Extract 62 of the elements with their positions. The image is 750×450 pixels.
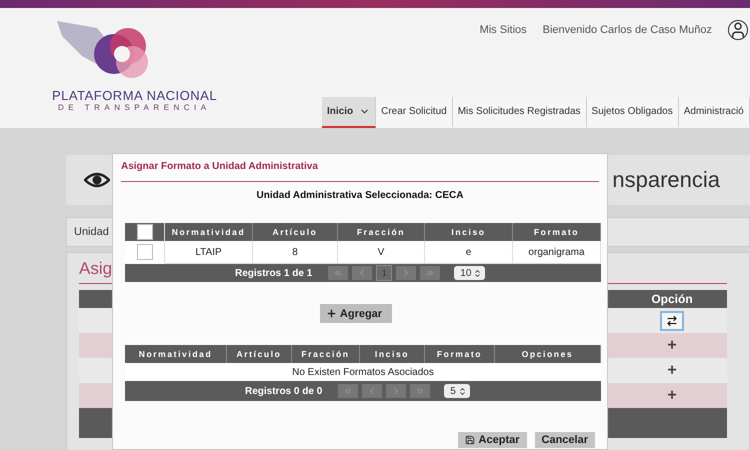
logo-subtitle: DE TRANSPARENCIA xyxy=(58,103,212,112)
column-header: Artículo xyxy=(253,223,338,241)
row-checkbox[interactable] xyxy=(136,244,152,260)
nav-tab[interactable]: Sujetos Obligados xyxy=(586,97,679,128)
add-button[interactable]: + xyxy=(667,336,677,354)
add-button[interactable]: Agregar xyxy=(320,304,392,323)
up-down-icon xyxy=(473,268,482,278)
nav-tab[interactable]: Administració xyxy=(678,97,750,128)
double-chevron-right-icon xyxy=(415,386,426,396)
column-header: Opción xyxy=(650,291,694,308)
add-button[interactable]: + xyxy=(667,362,677,380)
next-page-button[interactable] xyxy=(386,384,406,398)
column-header: Fracción xyxy=(338,223,425,241)
record-count: Registros 1 de 1 xyxy=(235,268,312,278)
column-header: Inciso xyxy=(425,223,513,241)
logo-title: PLATAFORMA NACIONAL xyxy=(52,88,218,103)
column-header: Formato xyxy=(513,223,601,241)
cancel-button[interactable]: Cancelar xyxy=(534,432,595,448)
add-button[interactable]: + xyxy=(667,386,677,404)
dialog-title: Asignar Formato a Unidad Administrativa xyxy=(121,154,599,182)
table-cell: organigrama xyxy=(513,241,601,264)
empty-message: No Existen Formatos Asociados xyxy=(125,363,601,381)
breadcrumb-item[interactable]: Unidad xyxy=(74,226,109,238)
up-down-icon xyxy=(458,386,467,396)
double-chevron-right-icon xyxy=(425,268,436,278)
last-page-button[interactable] xyxy=(410,384,430,398)
accept-button[interactable]: Aceptar xyxy=(458,432,527,448)
column-header: Formato xyxy=(425,345,495,363)
header-link[interactable]: Mis Sitios xyxy=(480,24,527,36)
assign-button[interactable] xyxy=(660,310,684,330)
column-header: Opciones xyxy=(495,345,601,363)
record-count: Registros 0 de 0 xyxy=(245,386,322,396)
page-title: nsparencia xyxy=(612,167,720,193)
user-icon[interactable] xyxy=(728,20,748,40)
last-page-button[interactable] xyxy=(420,266,440,280)
eye-icon xyxy=(84,171,110,189)
previous-page-button[interactable] xyxy=(362,384,382,398)
table-cell: LTAIP xyxy=(165,241,253,264)
double-chevron-left-icon xyxy=(333,268,344,278)
page-size-select[interactable]: 5 xyxy=(444,384,470,398)
plus-icon xyxy=(326,308,337,319)
save-icon xyxy=(464,435,475,445)
column-header: Artículo xyxy=(227,345,292,363)
first-page-button[interactable] xyxy=(328,266,348,280)
column-header: Inciso xyxy=(360,345,425,363)
nav-tab[interactable]: Inicio xyxy=(322,97,376,128)
column-header: Normatividad xyxy=(165,223,253,241)
table-cell: e xyxy=(425,241,513,264)
arrows-icon xyxy=(666,314,678,326)
table-cell: V xyxy=(338,241,425,264)
table-cell: 8 xyxy=(253,241,338,264)
first-page-button[interactable] xyxy=(338,384,358,398)
double-chevron-left-icon xyxy=(343,386,354,396)
nav-tab[interactable]: Mis Solicitudes Registradas xyxy=(452,97,587,128)
select-all-checkbox[interactable] xyxy=(136,224,152,240)
next-page-button[interactable] xyxy=(396,266,416,280)
previous-page-button[interactable] xyxy=(352,266,372,280)
page-size-select[interactable]: 10 xyxy=(454,266,486,280)
header-link[interactable]: Bienvenido Carlos de Caso Muñoz xyxy=(542,24,712,36)
column-header: Normatividad xyxy=(125,345,227,363)
selected-unit-label: Unidad Administrativa Seleccionada: CECA xyxy=(256,190,464,201)
column-header: Fracción xyxy=(292,345,360,363)
